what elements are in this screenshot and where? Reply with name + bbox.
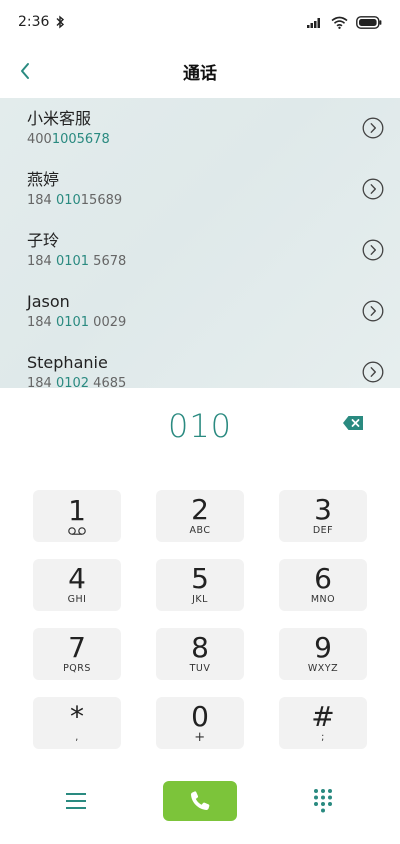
key-3[interactable]: 3 DEF (279, 490, 367, 542)
chevron-right-circle-icon[interactable] (362, 117, 384, 139)
number-match: 0102 (55, 376, 90, 388)
key-digit: 0 (191, 699, 209, 733)
title-bar: 通话 (0, 44, 400, 98)
list-item[interactable]: Jason 184 0101 0029 (0, 281, 400, 342)
key-0[interactable]: 0 + (156, 697, 244, 749)
phone-icon (190, 791, 210, 811)
number-match: 0101 (55, 315, 90, 330)
key-7[interactable]: 7 PQRS (33, 628, 121, 680)
key-1[interactable]: 1 (33, 490, 121, 542)
key-letters: TUV (189, 662, 211, 674)
call-button[interactable] (163, 781, 237, 821)
list-item[interactable]: 燕婷 184 01015689 (0, 159, 400, 220)
status-time: 2:36 (18, 14, 50, 30)
number-match: 010 (55, 193, 81, 208)
number-prefix: 400 (27, 132, 52, 147)
number-match: 1005678 (51, 132, 110, 147)
contact-number: 184 0101 5678 (27, 253, 400, 271)
key-digit: 2 (191, 492, 209, 526)
key-letters: + (194, 729, 206, 745)
key-digit: 7 (68, 630, 86, 664)
contact-number: 184 0102 4685 (27, 375, 400, 388)
key-digit: * (70, 699, 84, 733)
voicemail-icon (68, 526, 86, 535)
number-suffix: 15689 (80, 193, 123, 208)
key-digit: # (311, 699, 335, 733)
bluetooth-icon (56, 15, 65, 29)
key-letters: JKL (192, 593, 208, 605)
dialpad-icon[interactable] (312, 788, 334, 814)
number-prefix: 184 (27, 315, 56, 330)
key-4[interactable]: 4 GHI (33, 559, 121, 611)
key-hash[interactable]: # ; (279, 697, 367, 749)
menu-icon[interactable] (64, 789, 88, 813)
search-results-list: 小米客服 4001005678 燕婷 184 01015689 子玲 184 0… (0, 98, 400, 388)
key-letters: MNO (310, 593, 336, 605)
key-2[interactable]: 2 ABC (156, 490, 244, 542)
key-6[interactable]: 6 MNO (279, 559, 367, 611)
key-8[interactable]: 8 TUV (156, 628, 244, 680)
contact-name: 子玲 (27, 231, 60, 250)
key-letters: ; (321, 731, 325, 743)
number-match: 0101 (55, 254, 90, 269)
dial-input-area: 010 (0, 388, 400, 464)
battery-icon (356, 15, 382, 29)
key-digit: 3 (314, 492, 332, 526)
key-9[interactable]: 9 WXYZ (279, 628, 367, 680)
backspace-icon[interactable] (342, 415, 364, 431)
dialed-number: 010 (167, 407, 233, 445)
number-prefix: 184 (27, 193, 56, 208)
status-right (307, 15, 382, 29)
wifi-icon (331, 16, 348, 29)
bottom-action-bar (0, 780, 400, 822)
number-prefix: 184 (27, 254, 56, 269)
contact-number: 184 01015689 (27, 192, 400, 210)
number-prefix: 184 (27, 376, 56, 388)
key-letters: GHI (67, 593, 87, 605)
contact-number: 184 0101 0029 (27, 314, 400, 332)
contact-number: 4001005678 (27, 131, 400, 149)
key-letters: DEF (312, 524, 334, 536)
chevron-right-circle-icon[interactable] (362, 300, 384, 322)
back-button[interactable] (8, 54, 42, 88)
chevron-right-circle-icon[interactable] (362, 239, 384, 261)
number-suffix: 0029 (89, 315, 127, 330)
number-suffix: 4685 (89, 376, 127, 388)
key-letters: , (75, 731, 79, 743)
key-star[interactable]: * , (33, 697, 121, 749)
key-5[interactable]: 5 JKL (156, 559, 244, 611)
status-left: 2:36 (18, 14, 65, 30)
key-digit: 4 (68, 561, 86, 595)
key-digit: 1 (68, 493, 86, 527)
key-letters: PQRS (63, 662, 91, 674)
key-letters: WXYZ (307, 662, 339, 674)
list-item[interactable]: 小米客服 4001005678 (0, 98, 400, 159)
contact-name: 燕婷 (27, 170, 60, 189)
signal-icon (307, 18, 320, 28)
contact-name: 小米客服 (27, 109, 92, 128)
status-bar: 2:36 (0, 0, 400, 44)
page-title: 通话 (183, 63, 217, 84)
chevron-right-circle-icon[interactable] (362, 178, 384, 200)
key-letters: ABC (189, 524, 211, 536)
key-digit: 5 (191, 561, 209, 595)
key-digit: 9 (314, 630, 332, 664)
back-arrow-icon (21, 63, 29, 79)
number-suffix: 5678 (89, 254, 127, 269)
list-item[interactable]: 子玲 184 0101 5678 (0, 220, 400, 281)
contact-name: Stephanie (27, 353, 108, 372)
chevron-right-circle-icon[interactable] (362, 361, 384, 383)
key-digit: 6 (314, 561, 332, 595)
key-digit: 8 (191, 630, 209, 664)
list-item[interactable]: Stephanie 184 0102 4685 (0, 342, 400, 388)
contact-name: Jason (27, 292, 70, 311)
